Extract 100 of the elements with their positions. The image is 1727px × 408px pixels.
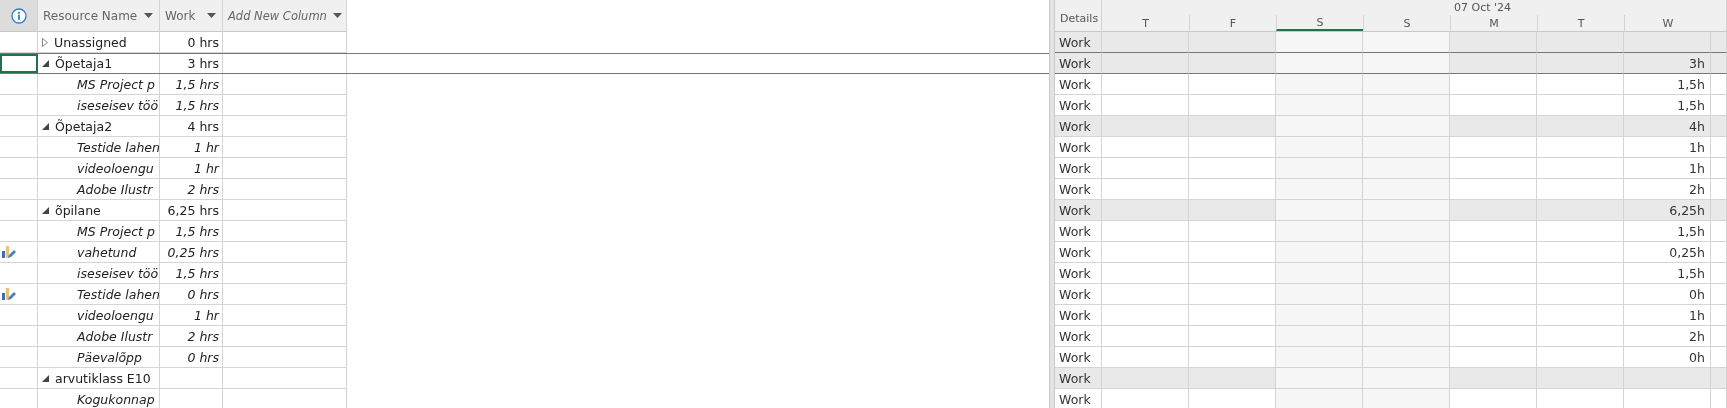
table-cell — [1711, 95, 1727, 116]
table-cell: 0 hrs — [187, 286, 219, 302]
table-cell: 4h — [1624, 116, 1711, 137]
table-row[interactable]: Testide lahen 0 hrs — [0, 284, 1049, 305]
table-cell: videoloengu — [77, 160, 154, 176]
table-cell — [1711, 32, 1727, 53]
table-cell — [1711, 158, 1727, 179]
table-row[interactable]: videoloengu 1 hr — [0, 305, 1049, 326]
column-header[interactable]: Work — [160, 0, 223, 32]
table-cell: 1,5h — [1624, 95, 1711, 116]
table-row[interactable]: Unassigned 0 hrs — [0, 32, 1049, 53]
table-cell: Work — [1055, 200, 1102, 221]
table-cell: Unassigned — [54, 34, 127, 50]
table-cell: 3h — [1624, 53, 1711, 74]
table-cell: Work — [1055, 326, 1102, 347]
table-cell: Work — [1055, 137, 1102, 158]
day-label: F — [1229, 16, 1237, 30]
table-cell: Work — [1055, 158, 1102, 179]
table-cell: Päevalõpp — [77, 349, 142, 365]
table-cell — [1711, 179, 1727, 200]
table-cell — [1711, 53, 1727, 74]
table-row[interactable]: õpilane 6,25 hrs — [0, 200, 1049, 221]
table-cell: 2h — [1624, 179, 1711, 200]
table-cell: 6,25h — [1624, 200, 1711, 221]
table-row[interactable]: iseseisev töö 1,5 hrs — [0, 95, 1049, 116]
day-label: T — [1142, 16, 1149, 30]
table-cell: arvutiklass E10 — [55, 370, 151, 386]
table-cell: 0 hrs — [187, 349, 219, 365]
column-header: Details — [1060, 12, 1100, 25]
table-cell: 0 hrs — [187, 34, 219, 50]
table-cell: 0,25 hrs — [167, 244, 219, 260]
collapse-arrow-icon[interactable] — [42, 60, 49, 67]
table-cell: MS Project p — [77, 76, 155, 92]
column-header[interactable]: Add New Column — [223, 0, 347, 32]
table-row[interactable]: videoloengu 1 hr — [0, 158, 1049, 179]
table-cell: Testide lahen — [77, 286, 159, 302]
table-cell: 2 hrs — [187, 328, 219, 344]
table-cell: Work — [1055, 221, 1102, 242]
table-cell: Õpetaja1 — [55, 56, 113, 71]
table-cell: Work — [1055, 179, 1102, 200]
table-cell — [1711, 116, 1727, 137]
table-cell: 6,25 hrs — [167, 202, 219, 218]
table-cell: MS Project p — [77, 223, 155, 239]
table-cell: Kogukonnap — [77, 391, 155, 407]
table-cell: Work — [1055, 284, 1102, 305]
table-row[interactable]: MS Project p 1,5 hrs — [0, 74, 1049, 95]
table-cell: Work — [1055, 242, 1102, 263]
table-row[interactable]: MS Project p 1,5 hrs — [0, 221, 1049, 242]
caret-icon — [207, 13, 216, 18]
table-cell — [1711, 221, 1727, 242]
table-cell: Testide lahen — [77, 139, 159, 155]
table-cell — [1711, 74, 1727, 95]
table-cell: 1,5 hrs — [175, 265, 219, 281]
table-cell: 1 hr — [194, 139, 219, 155]
table-cell: Work — [1055, 95, 1102, 116]
table-cell: vahetund — [77, 244, 137, 260]
table-cell: 1,5 hrs — [175, 76, 219, 92]
collapse-arrow-icon[interactable] — [42, 122, 49, 130]
table-row[interactable]: arvutiklass E10 — [0, 368, 1049, 389]
table-cell: 1,5h — [1624, 263, 1711, 284]
table-cell — [1711, 200, 1727, 221]
table-cell: iseseisev töö — [77, 265, 159, 281]
table-cell — [1711, 305, 1727, 326]
table-cell: 1,5h — [1624, 74, 1711, 95]
day-label: S — [1403, 16, 1411, 30]
expand-arrow-icon[interactable] — [42, 37, 48, 47]
table-row[interactable]: Õpetaja1 3 hrs — [0, 53, 1049, 74]
collapse-arrow-icon[interactable] — [42, 206, 49, 214]
table-cell: Õpetaja2 — [55, 118, 113, 134]
table-cell: Work — [1055, 32, 1102, 53]
table-row[interactable]: Adobe Ilustr 2 hrs — [0, 326, 1049, 347]
table-cell: 0h — [1624, 284, 1711, 305]
table-cell: 1h — [1624, 158, 1711, 179]
table-row[interactable]: Õpetaja2 4 hrs — [0, 116, 1049, 137]
day-label: W — [1662, 16, 1674, 30]
table-row[interactable]: iseseisev töö 1,5 hrs — [0, 263, 1049, 284]
table-row[interactable]: Päevalõpp 0 hrs — [0, 347, 1049, 368]
day-label: M — [1489, 16, 1499, 30]
caret-icon — [333, 13, 342, 18]
table-row[interactable]: Adobe Ilustr 2 hrs — [0, 179, 1049, 200]
table-cell: Work — [1055, 305, 1102, 326]
table-cell — [1711, 368, 1727, 389]
column-header[interactable]: Resource Name — [38, 0, 160, 32]
table-cell: Work — [1055, 116, 1102, 137]
collapse-arrow-icon[interactable] — [42, 374, 49, 382]
table-cell: Adobe Ilustr — [77, 328, 153, 344]
table-row[interactable]: Kogukonnap — [0, 389, 1049, 408]
table-cell: 1,5 hrs — [175, 97, 219, 113]
table-cell: 1h — [1624, 305, 1711, 326]
table-cell: 2h — [1624, 326, 1711, 347]
table-row[interactable]: Testide lahen 1 hr — [0, 137, 1049, 158]
table-row[interactable]: vahetund 0,25 hrs — [0, 242, 1049, 263]
table-cell: Work — [1055, 53, 1102, 74]
table-cell: 0,25h — [1624, 242, 1711, 263]
day-label: S — [1316, 15, 1324, 29]
table-cell: 1,5 hrs — [175, 223, 219, 239]
info-icon[interactable] — [10, 7, 27, 24]
table-cell: 2 hrs — [187, 181, 219, 197]
table-cell: 1,5h — [1624, 221, 1711, 242]
table-cell: 4 hrs — [187, 118, 219, 134]
